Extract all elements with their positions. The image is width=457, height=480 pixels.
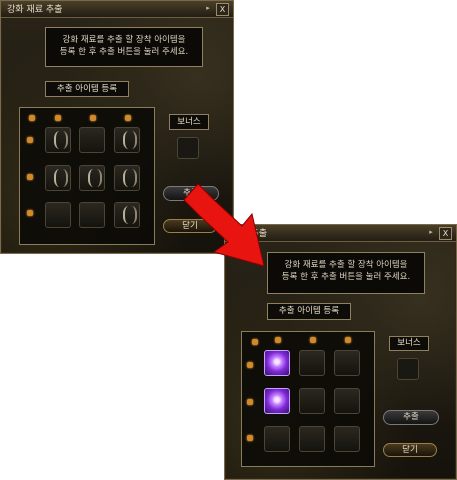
instruction-line: 등록 한 후 추출 버튼을 눌러 주세요. — [59, 47, 189, 57]
column-marker — [252, 339, 258, 345]
minimize-icon[interactable]: ▸ — [426, 228, 436, 237]
column-marker — [125, 115, 131, 121]
item-slot[interactable] — [299, 388, 325, 414]
minimize-icon[interactable]: ▸ — [203, 4, 213, 13]
register-item-button[interactable]: 추출 아이템 등록 — [267, 303, 351, 320]
item-slot[interactable] — [264, 350, 290, 376]
column-marker — [275, 337, 281, 343]
item-slot[interactable] — [334, 388, 360, 414]
title-bar[interactable]: 강화 재료 추출 ▸ X — [1, 1, 233, 18]
instruction-box: 강화 재료를 추출 할 장착 아이템을 등록 한 후 추출 버튼을 눌러 주세요… — [267, 252, 425, 294]
bonus-slot — [177, 137, 199, 159]
row-marker — [247, 399, 253, 405]
row-marker — [27, 210, 33, 216]
item-slot[interactable] — [299, 350, 325, 376]
item-slot[interactable] — [45, 165, 71, 191]
column-marker — [29, 115, 35, 121]
item-slot[interactable] — [79, 165, 105, 191]
row-marker — [247, 362, 253, 368]
close-button[interactable]: X — [216, 3, 229, 16]
window-title: 강화 재료 추출 — [7, 5, 63, 15]
instruction-line: 강화 재료를 추출 할 장착 아이템을 — [62, 35, 186, 45]
item-slot[interactable] — [299, 426, 325, 452]
column-marker — [55, 115, 61, 121]
instruction-line: 강화 재료를 추출 할 장착 아이템을 — [284, 260, 408, 270]
instruction-line: 등록 한 후 추출 버튼을 눌러 주세요. — [281, 272, 411, 282]
item-slot[interactable] — [45, 202, 71, 228]
annotation-arrow — [183, 183, 265, 267]
row-marker — [247, 435, 253, 441]
column-marker — [310, 337, 316, 343]
bonus-slot — [397, 358, 419, 380]
item-slot[interactable] — [114, 127, 140, 153]
register-item-button[interactable]: 추출 아이템 등록 — [45, 81, 129, 97]
bonus-label: 보너스 — [389, 336, 429, 351]
instruction-box: 강화 재료를 추출 할 장착 아이템을 등록 한 후 추출 버튼을 눌러 주세요… — [45, 27, 203, 67]
row-marker — [27, 137, 33, 143]
bonus-label: 보너스 — [169, 114, 209, 130]
item-slot[interactable] — [264, 426, 290, 452]
arrow-shape — [183, 183, 265, 267]
extract-button[interactable]: 추출 — [383, 410, 439, 425]
column-marker — [90, 115, 96, 121]
item-slot[interactable] — [334, 426, 360, 452]
item-slot[interactable] — [45, 127, 71, 153]
item-slot[interactable] — [114, 202, 140, 228]
item-slot[interactable] — [114, 165, 140, 191]
close-button[interactable]: X — [439, 227, 452, 240]
item-slot[interactable] — [264, 388, 290, 414]
item-slot[interactable] — [334, 350, 360, 376]
column-marker — [345, 337, 351, 343]
close-dialog-button[interactable]: 닫기 — [383, 443, 437, 457]
item-slot[interactable] — [79, 202, 105, 228]
item-slot[interactable] — [79, 127, 105, 153]
row-marker — [27, 174, 33, 180]
